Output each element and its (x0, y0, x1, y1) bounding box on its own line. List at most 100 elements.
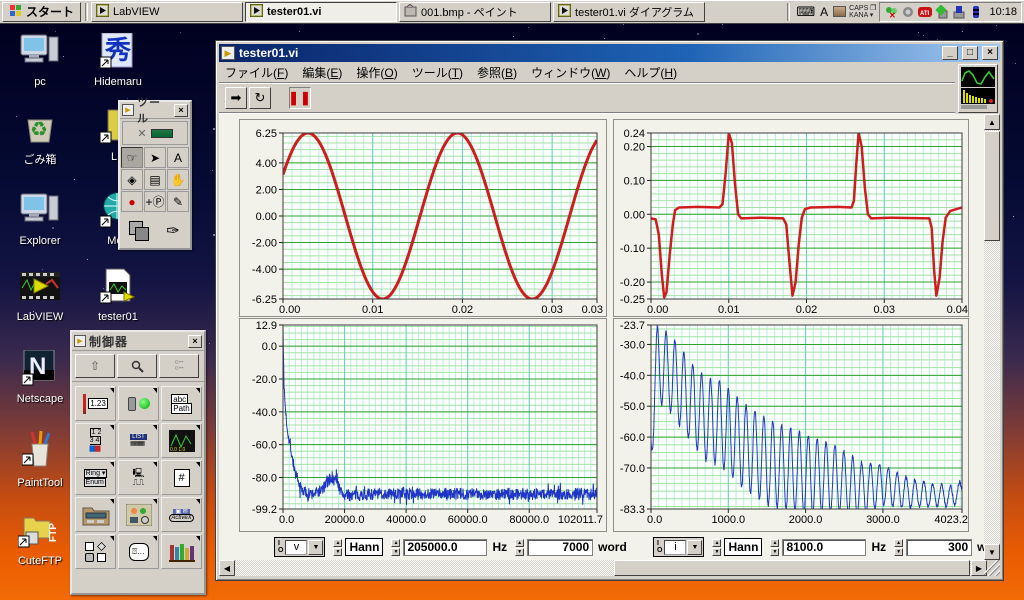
keyboard-icon[interactable]: ⌨ (796, 4, 815, 20)
options-icon[interactable]: ○-- ○-- (159, 354, 199, 378)
desktop-icon-ごみ箱[interactable]: ♻ ごみ箱 (8, 108, 72, 167)
close-icon[interactable]: × (188, 334, 202, 348)
window-spinner-left[interactable]: ▲ ▼ (333, 538, 343, 556)
desktop-icon-explorer[interactable]: Explorer (8, 192, 72, 247)
display-icon[interactable] (952, 5, 966, 19)
controls-palette-dialog[interactable]: ⍰… (118, 534, 159, 569)
controls-palette-graph[interactable]: 0.0 1.0 (161, 423, 202, 458)
dropdown-arrow-icon[interactable]: ▼ (687, 539, 703, 555)
freq-spinner-right[interactable]: ▲ ▼ (770, 538, 780, 556)
io-value-left[interactable]: v (285, 539, 308, 555)
freq-spinner-left[interactable]: ▲ ▼ (391, 538, 401, 556)
run-continuous-button[interactable]: ↻ (249, 87, 271, 109)
words-spinner-left[interactable]: ▲ ▼ (515, 538, 525, 556)
controls-palette-numeric[interactable]: 1.23 (75, 386, 116, 421)
horizontal-scroll-thumb[interactable] (614, 560, 970, 576)
desktop-icon-painttool[interactable]: PaintTool (8, 430, 72, 489)
controls-palette-refnum[interactable]: # (161, 460, 202, 495)
word-count-left[interactable]: 7000 (527, 538, 594, 556)
horizontal-scrollbar[interactable]: ◀ ▶ (219, 560, 987, 576)
menu-bar: ファイル(F) 編集(E) 操作(O) ツール(T) 参照(B) ウィンドウ(W) ヘルプ(… (219, 63, 955, 83)
card-icon[interactable] (935, 3, 949, 19)
caps-kana-indicator[interactable]: CAPS ❐ KANA ▾ (849, 5, 876, 19)
controls-palette-ring-enum[interactable]: Ring ▾ Enum (75, 460, 116, 495)
io-channel-selector-left[interactable]: IO v ▼ (274, 537, 326, 557)
scroll-up-icon[interactable]: ▲ (984, 114, 1000, 130)
pause-button[interactable]: ❚❚ (288, 87, 311, 109)
taskbar-button-3[interactable]: tester01.vi ダイアグラム (553, 1, 706, 22)
paintbrush-tool[interactable]: ✑ (158, 214, 188, 248)
close-icon[interactable]: × (174, 103, 188, 117)
menu-item-6[interactable]: ヘルプ(H) (624, 64, 677, 81)
controls-palette-string-path[interactable]: abc Path (161, 386, 202, 421)
up-icon[interactable]: ⇧ (75, 354, 115, 378)
word-count-right[interactable]: 300 (906, 538, 973, 556)
menu-item-5[interactable]: ウィンドウ(W) (531, 64, 610, 81)
menu-item-1[interactable]: 編集(E) (302, 64, 342, 81)
battery-icon[interactable] (969, 5, 983, 19)
taskbar-button-1[interactable]: tester01.vi (245, 1, 398, 22)
breakpoint-tool[interactable]: ● (121, 191, 143, 212)
desktop-icon-hidemaru[interactable]: 秀 Hidemaru (86, 32, 150, 88)
controls-palette-classic-controls[interactable] (118, 497, 159, 532)
taskbar-button-0[interactable]: LabVIEW (91, 1, 244, 22)
desktop-icon-tester01[interactable]: tester01 (86, 268, 150, 323)
minimize-button[interactable]: _ (942, 46, 958, 60)
ati-icon[interactable]: ATI (918, 5, 933, 19)
vertical-scrollbar[interactable]: ▲ ▼ (984, 114, 1000, 560)
controls-palette-io[interactable]: 🖳 ⎍⎍ (118, 460, 159, 495)
ime-mode-indicator[interactable]: A (820, 5, 828, 19)
desktop-icon-labview[interactable]: LabVIEW (8, 268, 72, 323)
edit-text-tool[interactable]: A (167, 147, 189, 168)
menu-item-2[interactable]: 操作(O) (356, 64, 397, 81)
controls-palette-boolean[interactable] (118, 386, 159, 421)
window-resize-grip[interactable] (984, 560, 1000, 576)
probe-tool[interactable]: +Ⓟ (144, 191, 166, 212)
window-spinner-right[interactable]: ▲ ▼ (712, 538, 722, 556)
operate-value-tool[interactable]: ☞ (121, 147, 143, 168)
set-color-tool[interactable] (122, 214, 156, 248)
tools-palette-titlebar[interactable]: ▶ ツール × (120, 97, 190, 125)
maximize-button[interactable]: □ (962, 46, 978, 60)
words-spinner-right[interactable]: ▲ ▼ (894, 538, 904, 556)
desktop-icon-cuteftp[interactable]: FTP CuteFTP (8, 512, 72, 567)
window-function-ring-left[interactable]: Hann (345, 538, 384, 556)
close-button[interactable]: × (982, 46, 998, 60)
users-icon[interactable]: ✕ (884, 5, 898, 20)
start-button[interactable]: スタート (2, 1, 82, 22)
desktop-icon-label: Explorer (19, 235, 61, 247)
window-titlebar[interactable]: ▶ tester01.vi _ □ × (219, 44, 1000, 62)
io-value-right[interactable]: i (664, 539, 687, 555)
object-shortcut-menu-tool[interactable]: ▤ (144, 169, 166, 190)
menu-item-3[interactable]: ツール(T) (412, 64, 463, 81)
window-function-ring-right[interactable]: Hann (724, 538, 763, 556)
taskbar-clock[interactable]: 10:18 (989, 6, 1017, 18)
controls-palette-activex[interactable]: ▣ ✉ ActiveX (161, 497, 202, 532)
dropdown-arrow-icon[interactable]: ▼ (308, 539, 324, 555)
menu-item-4[interactable]: 参照(B) (477, 64, 517, 81)
io-channel-selector-right[interactable]: IO i ▼ (653, 537, 705, 557)
position-size-tool[interactable]: ➤ (144, 147, 166, 168)
get-color-tool[interactable]: ✎ (167, 191, 189, 212)
desktop-icon-netscape[interactable]: N Netscape (8, 349, 72, 405)
desktop-icon-pc[interactable]: pc (8, 33, 72, 88)
sample-freq-right[interactable]: 8100.0 (782, 538, 867, 556)
controls-palette-decorations-folder[interactable] (75, 497, 116, 532)
connect-wire-tool[interactable]: ◈ (121, 169, 143, 190)
taskbar-button-2[interactable]: 001.bmp - ペイント (399, 1, 552, 22)
scroll-left-icon[interactable]: ◀ (219, 560, 235, 576)
controls-palette-list-table[interactable]: LIST ▦▦▦ (118, 423, 159, 458)
volume-icon[interactable] (901, 5, 915, 19)
sample-freq-left[interactable]: 205000.0 (403, 538, 488, 556)
controls-palette-array-cluster[interactable]: 1 23 4 ▆▆ (75, 423, 116, 458)
run-button[interactable]: ➡ (225, 87, 247, 109)
controls-palette-containers[interactable] (75, 534, 116, 569)
vertical-scroll-thumb[interactable] (984, 131, 1000, 241)
search-icon[interactable] (117, 354, 157, 378)
scroll-tool[interactable]: ✋ (167, 169, 189, 190)
scroll-down-icon[interactable]: ▼ (984, 544, 1000, 560)
controls-palette-select-control[interactable] (161, 534, 202, 569)
ime-pad-icon[interactable] (833, 6, 847, 17)
menu-item-0[interactable]: ファイル(F) (225, 64, 288, 81)
controls-palette-titlebar[interactable]: ▶ 制御器 × (72, 332, 204, 351)
